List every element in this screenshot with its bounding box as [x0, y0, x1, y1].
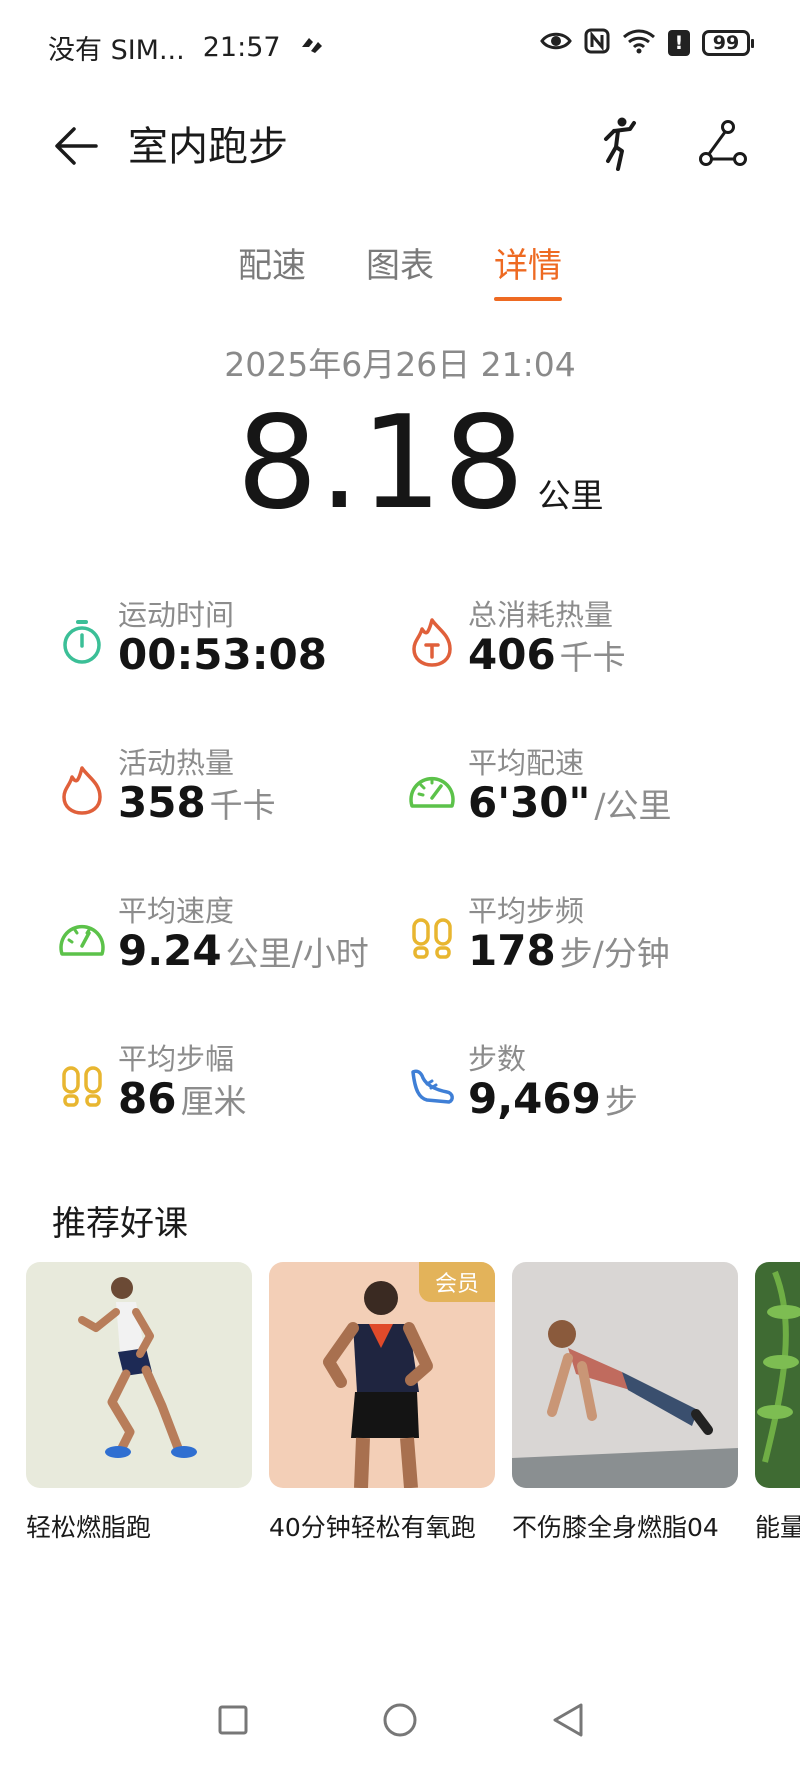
- course-title: 不伤膝全身燃脂04: [512, 1513, 719, 1542]
- stat-value: 178: [468, 926, 556, 975]
- vip-badge: 会员: [418, 1262, 495, 1302]
- stat-avg-cadence: 平均步频 178 步/分钟: [402, 888, 742, 988]
- stat-unit: /公里: [594, 786, 672, 825]
- stat-label: 平均速度: [118, 894, 235, 928]
- course-card[interactable]: 不伤膝全身燃脂04: [512, 1262, 738, 1544]
- course-thumbnail: 会员: [269, 1262, 495, 1488]
- flame-total-icon: [402, 612, 462, 672]
- running-figure-icon: [604, 117, 636, 171]
- running-figure-button[interactable]: [588, 112, 652, 176]
- status-bar: 没有 SIM... 21:57 ! 99: [0, 0, 800, 92]
- tab-chart[interactable]: 图表: [366, 238, 434, 301]
- course-carousel[interactable]: 轻松燃脂跑 会员 40分钟轻松有氧跑 不伤膝全身燃脂04 能量: [26, 1262, 800, 1552]
- footprints-icon: [402, 908, 462, 968]
- footprints-icon: [52, 1056, 112, 1116]
- stat-avg-stride: 平均步幅 86 厘米: [52, 1036, 392, 1136]
- stopwatch-icon: [52, 612, 112, 672]
- home-button[interactable]: [378, 1698, 422, 1742]
- battery-level: 99: [712, 32, 740, 54]
- stat-label: 运动时间: [118, 598, 235, 632]
- stat-steps: 步数 9,469 步: [402, 1036, 742, 1136]
- nav-back-button[interactable]: [546, 1698, 590, 1742]
- back-button[interactable]: [48, 118, 104, 174]
- stat-value: 6'30": [468, 778, 591, 827]
- stat-unit: 步/分钟: [559, 934, 670, 973]
- distance-summary: 8.18 公里: [0, 400, 800, 528]
- nfc-icon: [584, 28, 610, 58]
- stat-unit: 公里/小时: [225, 934, 369, 973]
- stat-unit: 千卡: [209, 786, 276, 825]
- distance-unit: 公里: [537, 476, 604, 515]
- app-header: 室内跑步: [0, 100, 800, 190]
- stat-label: 总消耗热量: [468, 598, 614, 632]
- system-nav-bar: [0, 1690, 800, 1750]
- back-icon: [553, 1703, 583, 1737]
- share-icon: [699, 120, 747, 166]
- flame-icon: [52, 760, 112, 820]
- battery-icon: 99: [702, 30, 754, 56]
- course-thumbnail: [755, 1262, 800, 1488]
- stat-label: 活动热量: [118, 746, 235, 780]
- tab-bar: 配速 图表 详情: [0, 238, 800, 301]
- shoe-icon: [402, 1056, 462, 1116]
- stat-value: 86: [118, 1074, 177, 1123]
- course-thumbnail: [512, 1262, 738, 1488]
- carrier-label: 没有 SIM...: [48, 35, 185, 66]
- course-card[interactable]: 能量: [755, 1262, 800, 1544]
- share-button[interactable]: [690, 112, 754, 176]
- course-title: 能量: [755, 1513, 800, 1542]
- stat-unit: 步: [604, 1082, 638, 1121]
- page-title: 室内跑步: [128, 124, 288, 170]
- tab-details[interactable]: 详情: [494, 238, 562, 301]
- course-card[interactable]: 会员 40分钟轻松有氧跑: [269, 1262, 495, 1544]
- pace-gauge-icon: [402, 760, 462, 820]
- home-icon: [383, 1703, 417, 1737]
- course-card[interactable]: 轻松燃脂跑: [26, 1262, 252, 1544]
- stat-label: 平均步频: [468, 894, 585, 928]
- stat-label: 平均配速: [468, 746, 585, 780]
- course-title: 40分钟轻松有氧跑: [269, 1513, 476, 1542]
- stat-unit: 千卡: [559, 638, 626, 677]
- wifi-icon: [622, 28, 656, 58]
- stat-value: 9.24: [118, 926, 222, 975]
- stat-unit: 厘米: [180, 1082, 247, 1121]
- alert-icon: !: [668, 30, 690, 56]
- recent-apps-button[interactable]: [211, 1698, 255, 1742]
- stat-avg-pace: 平均配速 6'30"/公里: [402, 740, 742, 840]
- recent-apps-icon: [218, 1705, 248, 1735]
- stat-value: 406: [468, 630, 556, 679]
- stat-value: 358: [118, 778, 206, 827]
- back-arrow-icon: [55, 127, 98, 165]
- course-thumbnail: [26, 1262, 252, 1488]
- tab-pace[interactable]: 配速: [238, 238, 306, 301]
- stat-total-calories: 总消耗热量 406 千卡: [402, 592, 742, 692]
- stat-value: 9,469: [468, 1074, 601, 1123]
- signal-sync-icon: [299, 32, 325, 63]
- stat-label: 平均步幅: [118, 1042, 235, 1076]
- speedometer-icon: [52, 908, 112, 968]
- stat-value: 00:53:08: [118, 630, 327, 679]
- workout-datetime: 2025年6月26日 21:04: [224, 345, 576, 384]
- stat-active-calories: 活动热量 358 千卡: [52, 740, 392, 840]
- stat-label: 步数: [468, 1042, 527, 1076]
- distance-value: 8.18: [236, 389, 526, 538]
- stat-duration: 运动时间 00:53:08: [52, 592, 392, 692]
- eye-icon: [540, 30, 572, 56]
- clock: 21:57: [202, 32, 281, 63]
- section-title-recommended: 推荐好课: [52, 1204, 188, 1244]
- stat-avg-speed: 平均速度 9.24 公里/小时: [52, 888, 392, 988]
- course-title: 轻松燃脂跑: [26, 1513, 152, 1542]
